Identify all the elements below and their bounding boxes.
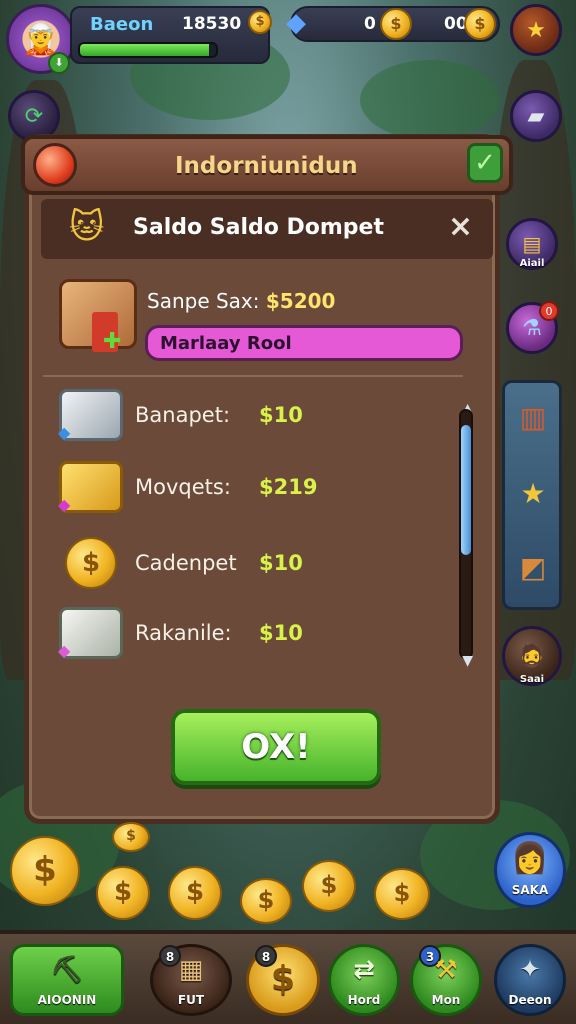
cat-mascot-icon: 🐱 xyxy=(69,207,105,247)
row-value: $10 xyxy=(259,403,303,427)
list-item[interactable]: ◆ Rakanile: $10 xyxy=(58,607,439,667)
list-item[interactable]: ◆ Banapet: $10 xyxy=(58,389,439,449)
coin-icon: $ xyxy=(248,10,272,34)
bottom-nav-label: FUT xyxy=(177,993,205,1007)
row-label: Cadenpet xyxy=(135,551,237,575)
list-item[interactable]: $ Cadenpet $10 xyxy=(59,537,439,597)
coin-icon: $ xyxy=(112,822,150,852)
compass-icon: ✦ xyxy=(519,955,541,985)
bottom-nav-label: Deeon xyxy=(508,993,552,1007)
bottom-nav-label: Hord xyxy=(347,993,381,1007)
scrollbar[interactable] xyxy=(459,409,473,659)
check-icon[interactable]: ✓ xyxy=(467,143,503,183)
bottom-nav-item-fut[interactable]: 8 ▦ FUT xyxy=(150,944,232,1016)
ok-button[interactable]: OX! xyxy=(171,709,381,785)
foliage xyxy=(360,60,500,140)
bottom-nav-bar: ⛏ AIOONIN 8 ▦ FUT 8 $ ⇄ Hord 3 ⚒ Mon ✦ D… xyxy=(0,930,576,1024)
row-label: Banapet: xyxy=(135,403,231,427)
star-icon[interactable]: ★ xyxy=(513,473,553,513)
gold-coin-icon: $ xyxy=(65,537,117,589)
gem-icon: ◆ xyxy=(286,8,306,38)
potion-icon: ⚗ xyxy=(522,315,542,341)
book-icon[interactable]: ▥ xyxy=(513,397,553,437)
coin-icon: $ xyxy=(168,866,222,920)
dialog-title: Indorniunidun xyxy=(175,153,358,179)
saka-label: SAKA xyxy=(511,883,549,897)
star-chest-icon: ★ xyxy=(526,17,546,43)
inventory-button[interactable]: ▰ xyxy=(510,90,562,142)
featured-amount: $5200 xyxy=(265,289,336,313)
arrow-swap-icon: ⇄ xyxy=(353,955,375,985)
progress-label: Marlaay Rool xyxy=(160,333,292,354)
row-label: Movqets: xyxy=(135,475,231,499)
coin-icon: $ xyxy=(96,866,150,920)
coin-icon: $ xyxy=(302,860,356,912)
bottom-nav-item-mon[interactable]: 3 ⚒ Mon xyxy=(410,944,482,1016)
row-value: $219 xyxy=(259,475,318,499)
ruby-gem-icon xyxy=(33,143,77,187)
saka-button[interactable]: 👩 SAKA xyxy=(494,832,566,908)
scroll-down-icon[interactable]: ▼ xyxy=(462,653,473,669)
xp-bar-fill xyxy=(80,44,210,56)
shop-button-label: Aiail xyxy=(519,258,545,269)
row-value: $10 xyxy=(259,621,303,645)
dialog-header: Indorniunidun ✓ xyxy=(21,135,513,195)
quick-items-panel: ▥ ★ ◩ xyxy=(502,380,562,610)
gold-bars-icon: ◆ xyxy=(58,461,123,514)
character-face-icon: 🧔 xyxy=(518,643,546,669)
featured-label: Sanpe Sax: xyxy=(147,289,260,313)
list-item[interactable]: ◆ Movqets: $219 xyxy=(58,461,439,521)
coin-icon: $ xyxy=(374,868,430,920)
pickaxe-icon: ⛏ xyxy=(50,955,84,985)
coin-icon: $ xyxy=(271,959,295,999)
close-button[interactable]: × xyxy=(448,209,473,244)
treasure-box-icon xyxy=(59,279,137,352)
featured-balance: Sanpe Sax: $5200 xyxy=(147,289,335,313)
divider xyxy=(43,375,463,377)
bottom-nav-label: Mon xyxy=(431,993,461,1007)
cash-stack-icon: ◆ xyxy=(58,607,123,660)
gem-count: 0 xyxy=(364,14,376,34)
reward-progress-bar[interactable]: Marlaay Rool xyxy=(145,325,463,361)
coin-icon: $ xyxy=(240,878,292,924)
bottom-nav-item-coin[interactable]: 8 $ xyxy=(246,944,320,1016)
avatar-face-icon: 🧝 xyxy=(22,21,60,57)
bottom-nav-item-hord[interactable]: ⇄ Hord xyxy=(328,944,400,1016)
shop-button[interactable]: ▤ Aiail xyxy=(506,218,558,270)
row-label: Rakanile: xyxy=(135,621,232,645)
coin-icon: $ xyxy=(464,8,496,40)
player-coin-count: 18530 xyxy=(182,14,242,34)
scroll-icon: ▤ xyxy=(522,232,542,256)
character-button-label: Saai xyxy=(519,674,545,685)
row-value: $10 xyxy=(259,551,303,575)
map-piece-icon[interactable]: ◩ xyxy=(513,547,553,587)
character-button[interactable]: 🧔 Saai xyxy=(502,626,562,686)
dialog-subheader: 🐱 Saldo Saldo Dompet × xyxy=(41,199,493,259)
silver-bars-icon: ◆ xyxy=(58,389,123,442)
rewards-button[interactable]: ★ xyxy=(510,4,562,56)
coin-icon: $ xyxy=(10,836,80,906)
notification-badge: 0 xyxy=(539,301,559,321)
bottom-nav-item-aioonin[interactable]: ⛏ AIOONIN xyxy=(10,944,124,1016)
character-face-icon: 👩 xyxy=(511,841,549,876)
level-badge-icon: ⬇ xyxy=(48,52,70,74)
plus-icon: ✚ xyxy=(103,329,122,354)
xp-bar xyxy=(78,42,218,58)
potion-button[interactable]: ⚗ 0 xyxy=(506,301,559,354)
dialog-subtitle: Saldo Saldo Dompet xyxy=(133,215,384,240)
scrollbar-thumb[interactable] xyxy=(461,425,471,555)
silver-ingot-icon: ▰ xyxy=(527,103,545,129)
bottom-nav-item-deeon[interactable]: ✦ Deeon xyxy=(494,944,566,1016)
player-panel: Baeon 18530 $ xyxy=(70,6,272,64)
bottom-nav-label: AIOONIN xyxy=(37,993,97,1007)
swap-icon: ⟳ xyxy=(24,103,44,129)
wallet-dialog: Indorniunidun ✓ 🐱 Saldo Saldo Dompet × ✚… xyxy=(21,134,513,824)
map-icon: ▦ xyxy=(178,955,204,985)
player-name: Baeon xyxy=(90,14,154,35)
coin-icon: $ xyxy=(380,8,412,40)
hammer-icon: ⚒ xyxy=(434,955,458,985)
currency-panel[interactable]: ◆ 0 $ 00 $ xyxy=(286,6,500,42)
